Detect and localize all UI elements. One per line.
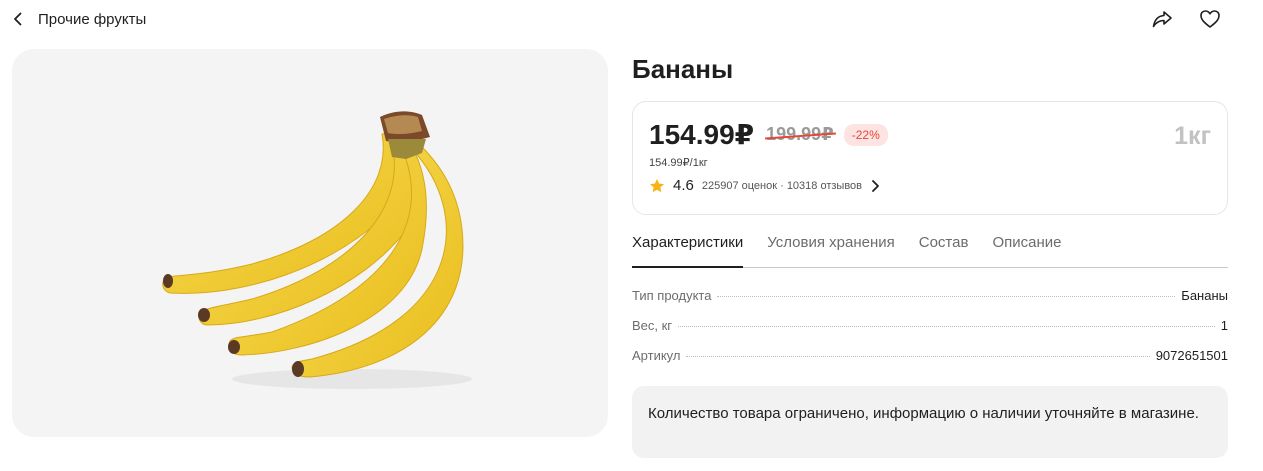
favorite-button[interactable]	[1197, 6, 1223, 32]
spec-key: Вес, кг	[632, 318, 673, 333]
spec-value: 9072651501	[1155, 348, 1228, 363]
old-price: 199.99₽	[766, 124, 834, 144]
spec-row: Вес, кг 1	[632, 318, 1228, 348]
current-price: 154.99₽	[649, 119, 755, 150]
spec-leader	[717, 296, 1176, 297]
back-button[interactable]: Прочие фрукты	[10, 6, 146, 32]
spec-leader	[678, 326, 1215, 327]
product-title: Бананы	[632, 54, 734, 84]
tab-storage[interactable]: Условия хранения	[767, 232, 895, 267]
tab-composition[interactable]: Состав	[919, 232, 969, 267]
rating-row[interactable]: 4.6 225907 оценок · 10318 отзывов	[649, 177, 880, 194]
tab-description[interactable]: Описание	[992, 232, 1061, 267]
availability-notice: Количество товара ограничено, информацию…	[632, 386, 1228, 458]
top-bar: Прочие фрукты	[0, 0, 1263, 38]
chevron-right-icon[interactable]	[870, 179, 880, 193]
share-button[interactable]	[1149, 6, 1175, 32]
specs-list: Тип продукта Бананы Вес, кг 1 Артикул 90…	[632, 288, 1228, 378]
price-row: 154.99₽ 199.99₽ -22%	[649, 118, 888, 151]
spec-leader	[686, 356, 1150, 357]
tabs: Характеристики Условия хранения Состав О…	[632, 232, 1228, 268]
share-icon	[1152, 11, 1172, 28]
spec-row: Артикул 9072651501	[632, 348, 1228, 378]
discount-badge: -22%	[843, 123, 888, 146]
tab-characteristics[interactable]: Характеристики	[632, 232, 744, 268]
rating-value: 4.6	[673, 177, 694, 194]
star-icon	[650, 178, 664, 192]
top-actions	[1149, 6, 1223, 32]
spec-key: Артикул	[632, 348, 681, 363]
rating-meta: 225907 оценок · 10318 отзывов	[701, 179, 863, 192]
heart-icon	[1200, 10, 1220, 28]
unit-price: 154.99₽/1кг	[649, 157, 708, 169]
spec-value: Бананы	[1181, 288, 1228, 303]
spec-key: Тип продукта	[632, 288, 712, 303]
back-label: Прочие фрукты	[38, 10, 147, 28]
spec-row: Тип продукта Бананы	[632, 288, 1228, 318]
price-card: 154.99₽ 199.99₽ -22% 154.99₽/1кг 4.6 225…	[632, 101, 1228, 215]
banana-image	[162, 111, 472, 389]
product-image	[12, 49, 608, 437]
spec-value: 1	[1220, 318, 1228, 333]
back-arrow-icon	[14, 12, 22, 26]
weight-label: 1кг	[1174, 122, 1211, 150]
